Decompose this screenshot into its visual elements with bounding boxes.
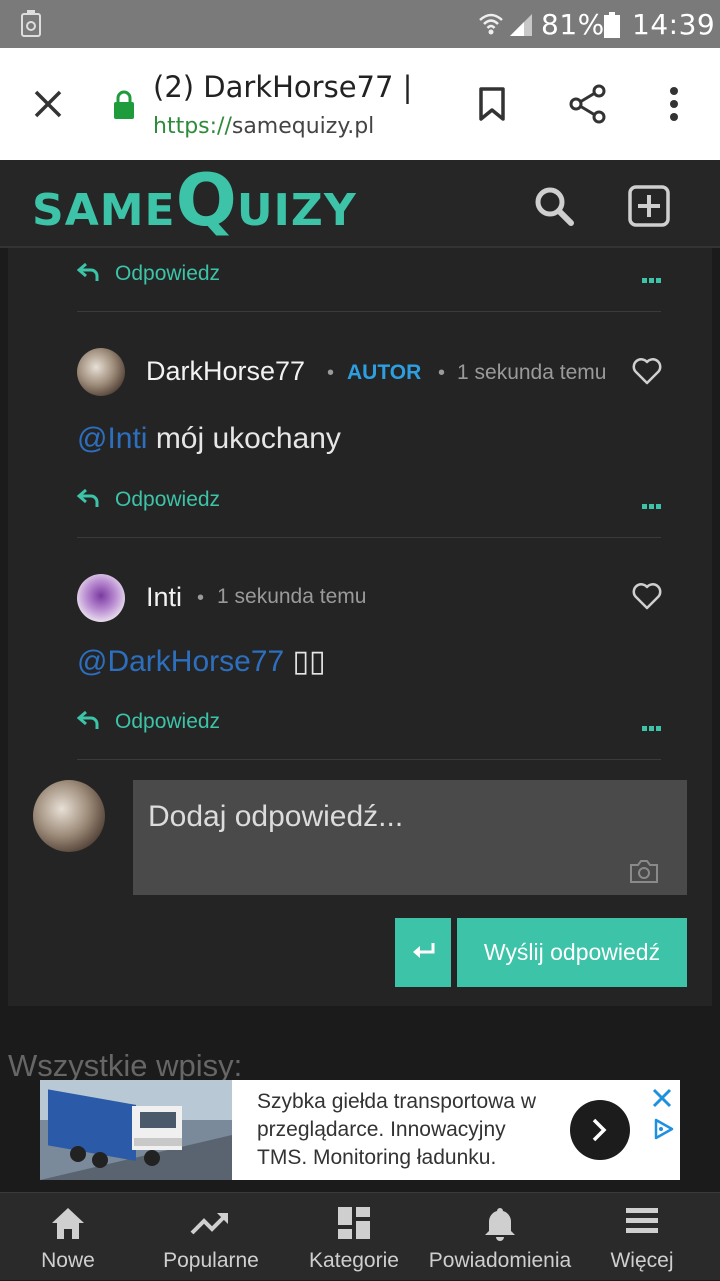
logo-part-uizy: UIZY [236,185,357,236]
reply-placeholder: Dodaj odpowiedź... [148,800,404,833]
url-scheme: https:// [153,114,232,139]
nav-label: Kategorie [309,1249,399,1272]
comment-text: mój ukochany [147,422,341,455]
logo-part-same: SAME [32,185,176,236]
reply-icon[interactable] [77,488,99,508]
clock: 14:39 [632,8,716,41]
nav-item-kategorie[interactable]: Kategorie [302,1193,406,1281]
nav-label: Nowe [41,1249,95,1272]
bottom-navigation: Nowe Popularne Kategorie Powiadomienia W… [0,1192,720,1280]
more-options-icon[interactable] [640,496,661,514]
enter-toggle-button[interactable] [395,918,451,987]
mention-link[interactable]: @DarkHorse77 [77,645,284,678]
reply-row: Odpowiedz [77,700,661,740]
reply-icon[interactable] [77,710,99,730]
logo-part-q: Q [175,158,237,242]
site-logo[interactable]: SAMEQUIZY [32,164,357,236]
tab-title[interactable]: (2) DarkHorse77 | ... [153,70,423,104]
recycle-icon [21,10,41,37]
current-user-avatar[interactable] [33,780,105,852]
status-bar: 81% 14:39 [0,0,720,48]
ad-banner[interactable]: Szybka giełda transportowa w przeglądarc… [40,1080,680,1180]
divider [77,537,661,538]
lock-icon [114,90,134,119]
more-options-icon[interactable] [640,718,661,736]
comment-username[interactable]: DarkHorse77 [146,356,305,387]
separator-dot: • [327,362,335,384]
reply-link[interactable]: Odpowiedz [115,710,220,734]
more-options-icon[interactable] [640,270,661,288]
ad-truck-image [40,1080,232,1180]
ad-close-icon[interactable] [652,1088,672,1108]
adchoices-icon[interactable] [652,1118,674,1140]
send-reply-label: Wyślij odpowiedź [483,939,661,965]
divider [77,759,661,760]
camera-icon[interactable] [629,858,659,884]
bell-icon [485,1208,515,1241]
nav-item-powiadomienia[interactable]: Powiadomienia [426,1193,574,1281]
send-reply-button[interactable]: Wyślij odpowiedź [457,918,687,987]
ad-cta-button[interactable] [570,1100,630,1160]
site-header: SAMEQUIZY [0,160,720,248]
url-host: samequizy.pl [231,114,375,139]
close-icon[interactable] [34,90,62,118]
comment-body: @Inti mój ukochany [77,422,341,456]
ad-text[interactable]: Szybka giełda transportowa w przeglądarc… [257,1088,547,1172]
reply-row: Odpowiedz [77,478,661,518]
comment-time: 1 sekunda temu [217,585,367,608]
signal-icon [510,14,532,36]
battery-percent: 81% [541,8,605,41]
url-text[interactable]: https://samequizy.pl [153,114,374,139]
nav-item-popularne[interactable]: Popularne [151,1193,271,1281]
avatar[interactable] [77,574,125,622]
separator-dot: • [438,362,446,384]
reply-textarea[interactable]: Dodaj odpowiedź... [133,780,687,895]
nav-item-wiecej[interactable]: Więcej [600,1193,684,1281]
like-heart-icon[interactable] [632,582,662,610]
share-icon[interactable] [568,84,608,124]
reply-row: Odpowiedz [77,252,661,292]
chevron-right-icon [592,1118,607,1142]
separator-dot: • [197,587,205,609]
nav-label: Więcej [610,1249,674,1272]
divider [77,311,661,312]
mention-link[interactable]: @Inti [77,422,147,455]
comment-text: ▯▯ [284,645,326,678]
reply-icon[interactable] [77,262,99,282]
add-quiz-icon[interactable] [628,185,670,227]
browser-toolbar: (2) DarkHorse77 | ... https://samequizy.… [0,48,720,160]
author-badge: AUTOR [347,361,422,384]
battery-icon [604,12,620,38]
comment-username[interactable]: Inti [146,582,182,613]
nav-label: Powiadomienia [428,1249,572,1272]
enter-icon [413,943,435,958]
reply-link[interactable]: Odpowiedz [115,262,220,286]
like-heart-icon[interactable] [632,357,662,385]
nav-label: Popularne [163,1249,259,1272]
avatar[interactable] [77,348,125,396]
reply-link[interactable]: Odpowiedz [115,488,220,512]
all-posts-heading: Wszystkie wpisy: [8,1048,243,1083]
more-vert-icon[interactable] [668,86,680,122]
comment-body: @DarkHorse77 ▯▯ [77,644,326,679]
home-icon [52,1208,84,1239]
categories-icon [338,1207,370,1239]
menu-icon [626,1208,658,1233]
search-icon[interactable] [533,185,575,227]
wifi-icon [479,13,503,35]
nav-item-nowe[interactable]: Nowe [20,1193,116,1281]
bookmark-icon[interactable] [478,86,506,122]
comment-time: 1 sekunda temu [457,361,607,384]
trending-icon [190,1213,228,1235]
